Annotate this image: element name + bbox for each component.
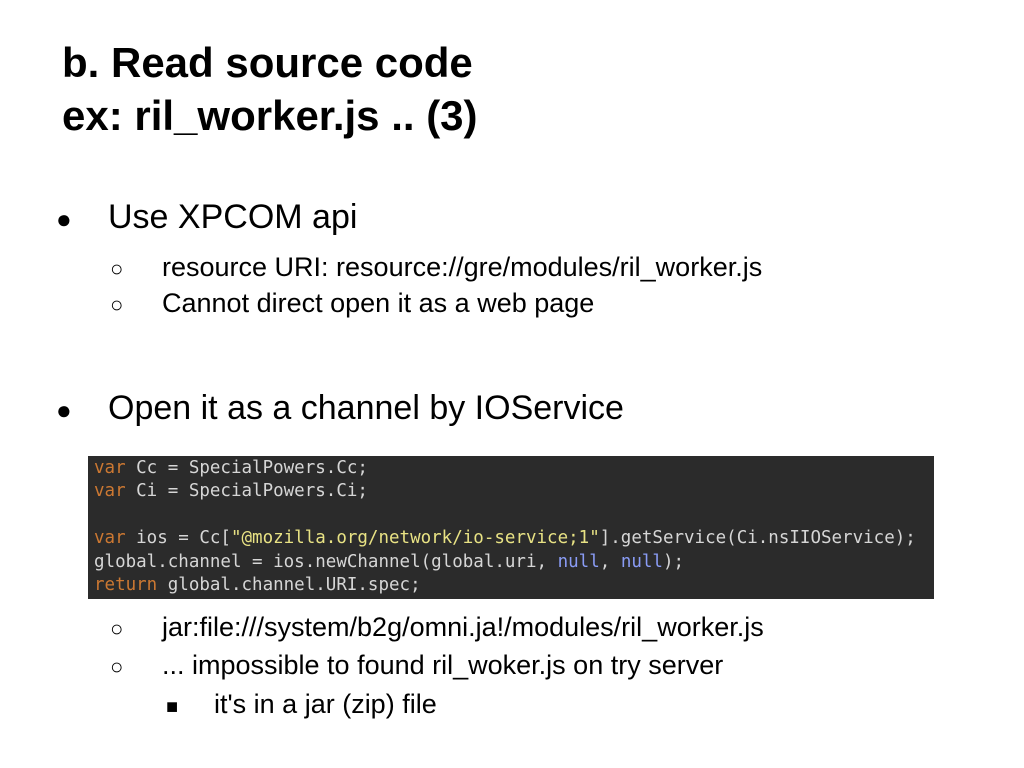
code-line: return global.channel.URI.spec; (94, 574, 928, 597)
bullet-xpcom: ● Use XPCOM api (56, 195, 357, 241)
code-line: global.channel = ios.newChannel(global.u… (94, 551, 928, 574)
code-line: var Cc = SpecialPowers.Cc; (94, 457, 928, 480)
subbullet-marker: ○ (110, 616, 124, 641)
code-text: Ci = SpecialPowers.Ci; (125, 481, 368, 502)
subbullet-marker: ○ (110, 654, 124, 679)
code-keyword: var (94, 458, 126, 478)
bullet-text: Use XPCOM api (108, 198, 358, 236)
code-keyword: return (94, 574, 158, 595)
bullet-marker: ● (56, 204, 72, 234)
code-string: "@mozilla.org/network/io-service;1" (230, 528, 600, 549)
bullet-ioservice: ● Open it as a channel by IOService (56, 386, 624, 432)
subbullet-cannot-open: ○ Cannot direct open it as a web page (110, 285, 594, 323)
code-text: , (599, 551, 621, 572)
code-line: var ios = Cc["@mozilla.org/network/io-se… (94, 527, 928, 550)
subbullet-impossible: ○ ... impossible to found ril_woker.js on… (110, 647, 723, 685)
code-keyword: var (94, 481, 126, 502)
code-snippet: var Cc = SpecialPowers.Cc; var Ci = Spec… (88, 456, 934, 599)
subbullet-marker: ○ (110, 292, 124, 317)
bullet-text: Open it as a channel by IOService (108, 389, 624, 427)
subbullet-jar-path: ○ jar:file:///system/b2g/omni.ja!/modules… (110, 609, 764, 647)
slide-title-line-1: b. Read source code (62, 39, 473, 86)
code-text: global.channel = ios.newChannel(global.u… (94, 551, 558, 572)
code-keyword: var (94, 528, 126, 549)
slide-title-line-2: ex: ril_worker.js .. (3) (62, 92, 478, 139)
code-line: var Ci = SpecialPowers.Ci; (94, 480, 928, 503)
code-text: global.channel.URI.spec; (157, 574, 421, 595)
code-text: ].getService(Ci.nsIIOService); (599, 528, 916, 549)
slide-title: b. Read source code ex: ril_worker.js ..… (62, 36, 478, 142)
subsubbullet-marker: ■ (166, 696, 179, 718)
code-text: ios = Cc[ (125, 528, 231, 549)
code-text: Cc = SpecialPowers.Cc; (125, 458, 368, 478)
subbullet-resource-uri: ○ resource URI: resource://gre/modules/ri… (110, 249, 762, 287)
code-text: ); (662, 551, 685, 572)
subbullet-text: resource URI: resource://gre/modules/ril… (162, 252, 763, 282)
code-null: null (557, 551, 600, 572)
subbullet-text: ... impossible to found ril_woker.js on … (162, 650, 724, 680)
bullet-marker: ● (56, 395, 72, 425)
subbullet-text: Cannot direct open it as a web page (162, 288, 595, 318)
subsubbullet-jar-zip: ■ it's in a jar (zip) file (166, 686, 437, 725)
subsubbullet-text: it's in a jar (zip) file (214, 689, 437, 719)
subbullet-marker: ○ (110, 256, 124, 281)
code-null: null (620, 551, 663, 572)
subbullet-text: jar:file:///system/b2g/omni.ja!/modules/… (162, 612, 764, 642)
